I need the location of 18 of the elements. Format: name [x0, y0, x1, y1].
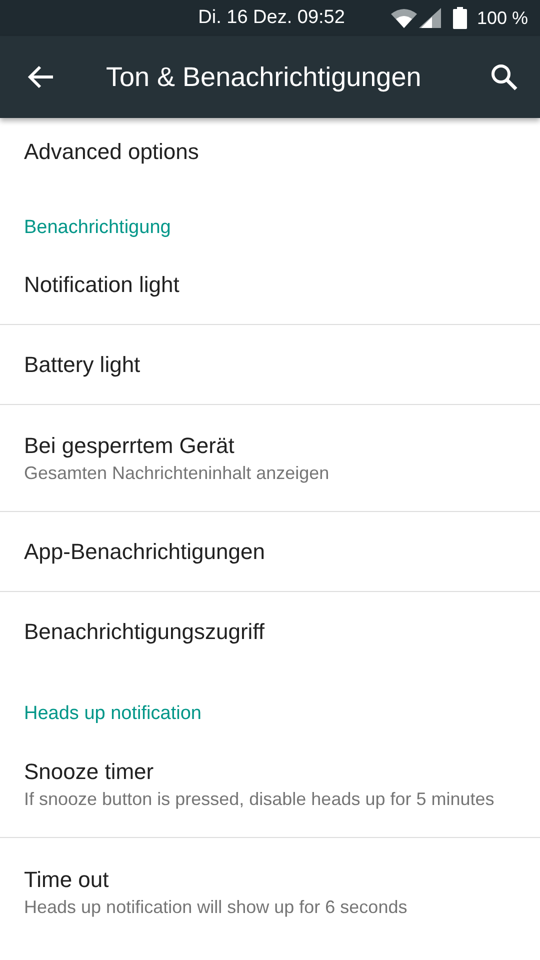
- settings-item[interactable]: Snooze timer If snooze button is pressed, disable heads up for 5 minutes: [0, 731, 540, 838]
- wifi-icon: [390, 8, 417, 28]
- settings-item[interactable]: Time out Heads up notification will show up for 6 seconds: [0, 838, 540, 945]
- settings-item[interactable]: Bei gesperrtem Gerät Gesamten Nachrichteninhalt anzeigen: [0, 405, 540, 512]
- settings-item[interactable]: Battery light: [0, 325, 540, 405]
- settings-item[interactable]: App-Benachrichtigungen: [0, 512, 540, 592]
- back-arrow-icon: [28, 65, 54, 89]
- settings-item[interactable]: Benachrichtigungszugriff: [0, 592, 540, 672]
- settings-item[interactable]: Notification light: [0, 245, 540, 325]
- battery-icon: [452, 7, 467, 29]
- section-header: Heads up notification: [24, 702, 202, 726]
- status-time: Di. 16 Dez. 09:52: [198, 6, 345, 30]
- search-icon: [490, 63, 518, 91]
- settings-item[interactable]: Advanced options: [0, 118, 540, 186]
- section-header: Benachrichtigung: [24, 216, 171, 240]
- signal-icon: [418, 8, 441, 28]
- battery-percent: 100 %: [476, 6, 528, 30]
- toolbar-title: Ton & Benachrichtigungen: [106, 60, 422, 94]
